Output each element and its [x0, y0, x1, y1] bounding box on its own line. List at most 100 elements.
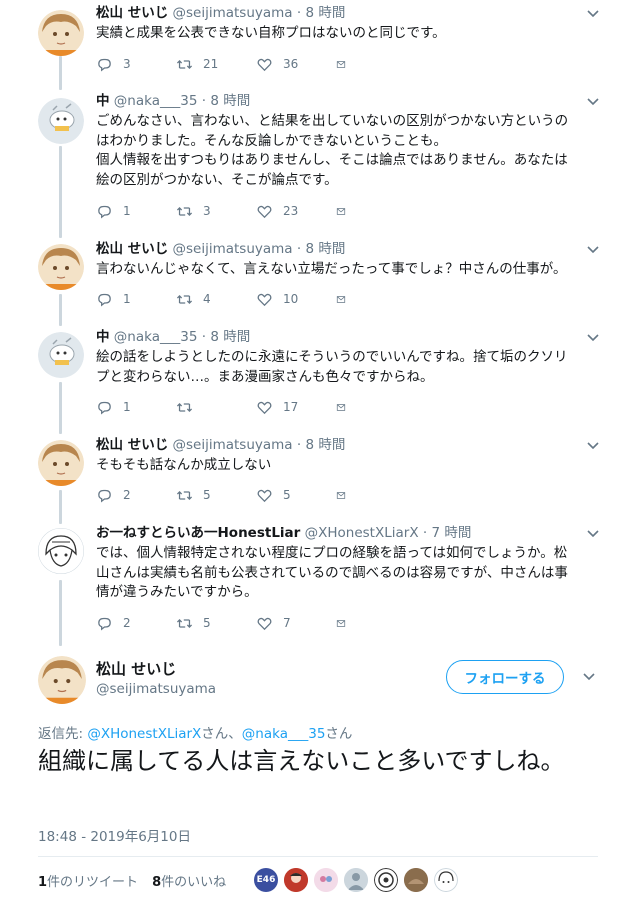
- reply-count: 3: [123, 57, 131, 71]
- reply-button[interactable]: 2: [96, 487, 176, 504]
- retweet-button[interactable]: [176, 399, 256, 416]
- retweet-button[interactable]: 3: [176, 203, 256, 220]
- like-stat-count: 8: [152, 875, 162, 890]
- reply-button[interactable]: 1: [96, 399, 176, 416]
- dm-button[interactable]: [336, 487, 356, 504]
- retweet-button[interactable]: 5: [176, 487, 256, 504]
- author-name[interactable]: 松山 せいじ: [96, 5, 168, 21]
- reply-to-user-link[interactable]: @naka___35: [242, 726, 326, 742]
- like-button[interactable]: 5: [256, 487, 336, 504]
- chevron-down-icon[interactable]: [586, 333, 600, 343]
- like-button[interactable]: 17: [256, 399, 336, 416]
- liker-avatar[interactable]: [314, 868, 338, 892]
- naka-avatar[interactable]: [38, 332, 84, 378]
- retweet-button[interactable]: 21: [176, 56, 256, 73]
- dm-button[interactable]: [336, 203, 356, 220]
- author-handle[interactable]: @naka___35: [114, 329, 198, 345]
- reply-button[interactable]: 3: [96, 56, 176, 73]
- retweet-stat[interactable]: 1件のリツイート: [38, 871, 138, 890]
- like-button[interactable]: 10: [256, 291, 336, 308]
- tweet[interactable]: 中 @naka___35 · 8 時間 ごめんなさい、言わない、と結果を出してい…: [0, 92, 638, 228]
- chevron-down-icon[interactable]: [586, 529, 600, 539]
- dm-button[interactable]: [336, 615, 356, 632]
- tweet-time[interactable]: 8 時間: [305, 5, 345, 21]
- liker-avatar[interactable]: [284, 868, 308, 892]
- tweet-text: 絵の話をしようとしたのに永遠にそういうのでいいんですね。捨て垢のクソリ プと変わ…: [96, 348, 596, 387]
- matsuyama-avatar[interactable]: [38, 10, 84, 56]
- retweet-button[interactable]: 4: [176, 291, 256, 308]
- liker-avatar[interactable]: [434, 868, 458, 892]
- tweet-line: 絵の話をしようとしたのに永遠にそういうのでいいんですね。捨て垢のクソリ: [96, 349, 568, 365]
- heart-icon: [257, 401, 272, 414]
- reply-icon: [98, 293, 111, 306]
- tweet-line: はわかりました。そんな反論しかできないということも。: [96, 132, 447, 149]
- separator-dot: ·: [296, 5, 302, 21]
- reply-to-mid: さん、: [201, 726, 242, 742]
- liker-avatar[interactable]: E46: [254, 868, 278, 892]
- retweet-button[interactable]: 5: [176, 615, 256, 632]
- heart-icon: [257, 617, 272, 630]
- liker-avatars: E46: [254, 868, 458, 892]
- tweet-line: 情が違うみたいですから。: [96, 584, 258, 600]
- focused-author-handle[interactable]: @seijimatsuyama: [96, 681, 216, 697]
- dm-button[interactable]: [336, 399, 356, 416]
- reply-button[interactable]: 1: [96, 203, 176, 220]
- tweet[interactable]: 松山 せいじ @seijimatsuyama · 8 時間 そもそも話なんか成立…: [0, 436, 638, 516]
- tweet[interactable]: 中 @naka___35 · 8 時間 絵の話をしようとしたのに永遠にそういうの…: [0, 328, 638, 428]
- liker-avatar[interactable]: [374, 868, 398, 892]
- author-name[interactable]: 松山 せいじ: [96, 241, 168, 257]
- retweet-stat-count: 1: [38, 875, 48, 890]
- like-button[interactable]: 7: [256, 615, 336, 632]
- liker-avatar[interactable]: [404, 868, 428, 892]
- like-button[interactable]: 36: [256, 56, 336, 73]
- author-handle[interactable]: @seijimatsuyama: [173, 437, 293, 453]
- reply-count: 1: [123, 204, 131, 218]
- heart-icon: [257, 293, 272, 306]
- divider: [38, 856, 598, 857]
- author-name[interactable]: 松山 せいじ: [96, 437, 168, 453]
- follow-button[interactable]: フォローする: [446, 660, 564, 694]
- honestliar-avatar[interactable]: [38, 528, 84, 574]
- reply-to-user-link[interactable]: @XHonestXLiarX: [87, 726, 201, 742]
- author-name[interactable]: 中: [96, 329, 110, 345]
- chevron-down-icon[interactable]: [586, 441, 600, 451]
- chevron-down-icon[interactable]: [586, 97, 600, 107]
- like-stat-label: 件のいいね: [161, 875, 227, 890]
- reply-icon: [98, 58, 111, 71]
- reply-button[interactable]: 2: [96, 615, 176, 632]
- matsuyama-avatar[interactable]: [38, 440, 84, 486]
- separator-dot: ·: [201, 329, 207, 345]
- dm-button[interactable]: [336, 291, 356, 308]
- liker-avatar[interactable]: [344, 868, 368, 892]
- tweet[interactable]: お一ねすとらいあ一HonestLiar @XHonestXLiarX · 7 時…: [0, 524, 638, 644]
- author-handle[interactable]: @seijimatsuyama: [173, 241, 293, 257]
- author-name[interactable]: 中: [96, 93, 110, 109]
- tweet-header: 松山 せいじ @seijimatsuyama · 8 時間: [96, 4, 345, 22]
- reply-count: 2: [123, 616, 131, 630]
- tweet-time[interactable]: 7 時間: [431, 525, 471, 541]
- chevron-down-icon[interactable]: [586, 9, 600, 19]
- naka-avatar[interactable]: [38, 98, 84, 144]
- tweet-time[interactable]: 8 時間: [210, 329, 250, 345]
- reply-button[interactable]: 1: [96, 291, 176, 308]
- tweet[interactable]: 松山 せいじ @seijimatsuyama · 8 時間 実績と成果を公表でき…: [0, 4, 638, 84]
- tweet-actions: 1 3 23: [96, 201, 356, 221]
- author-handle[interactable]: @XHonestXLiarX: [305, 525, 419, 541]
- dm-button[interactable]: [336, 56, 356, 73]
- focused-author-name[interactable]: 松山 せいじ: [96, 658, 176, 679]
- chevron-down-icon[interactable]: [582, 672, 596, 682]
- like-button[interactable]: 23: [256, 203, 336, 220]
- tweet-time[interactable]: 8 時間: [305, 241, 345, 257]
- author-name[interactable]: お一ねすとらいあ一HonestLiar: [96, 525, 300, 541]
- like-stat[interactable]: 8件のいいね: [152, 871, 226, 890]
- author-handle[interactable]: @naka___35: [114, 93, 198, 109]
- tweet-timestamp[interactable]: 18:48 - 2019年6月10日: [38, 825, 191, 845]
- matsuyama-avatar[interactable]: [38, 656, 86, 704]
- tweet-time[interactable]: 8 時間: [305, 437, 345, 453]
- matsuyama-avatar[interactable]: [38, 244, 84, 290]
- author-handle[interactable]: @seijimatsuyama: [173, 5, 293, 21]
- chevron-down-icon[interactable]: [586, 245, 600, 255]
- tweet[interactable]: 松山 せいじ @seijimatsuyama · 8 時間 言わないんじゃなくて…: [0, 240, 638, 320]
- like-count: 17: [283, 400, 299, 414]
- tweet-time[interactable]: 8 時間: [210, 93, 250, 109]
